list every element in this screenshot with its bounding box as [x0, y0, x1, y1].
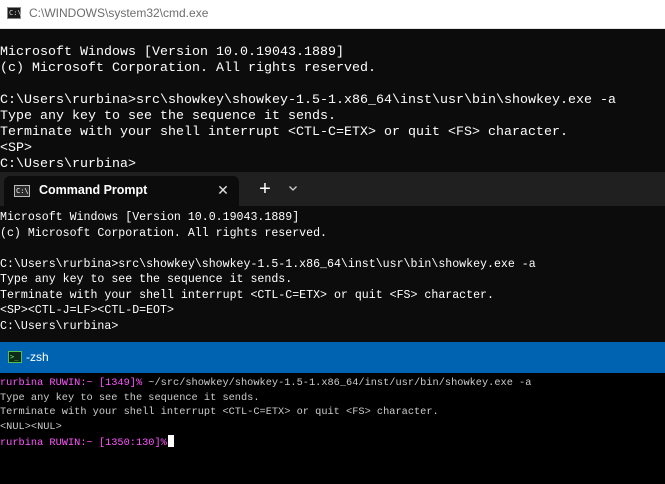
new-tab-button[interactable]: +: [255, 179, 275, 199]
cmd-icon: C:\: [7, 7, 22, 19]
chevron-down-icon[interactable]: [285, 180, 301, 196]
console-line: C:\Users\rurbina>src\showkey\showkey-1.5…: [0, 257, 536, 271]
prompt-line[interactable]: rurbina RUWIN:~ [1350:130]%: [0, 434, 665, 450]
console-line: Microsoft Windows [Version 10.0.19043.18…: [0, 44, 344, 59]
console-output[interactable]: rurbina RUWIN:~ [1349]% ~/src/showkey/sh…: [0, 376, 665, 476]
console-line: Terminate with your shell interrupt <CTL…: [0, 288, 494, 302]
console-line: (c) Microsoft Corporation. All rights re…: [0, 226, 327, 240]
close-icon[interactable]: ✕: [215, 182, 231, 198]
tab-strip: C:\ Command Prompt ✕ +: [0, 172, 665, 206]
console-line: Type any key to see the sequence it send…: [0, 391, 260, 404]
prompt-line: rurbina RUWIN:~ [1349]% ~/src/showkey/sh…: [0, 376, 665, 391]
console-line: C:\Users\rurbina>src\showkey\showkey-1.5…: [0, 92, 616, 107]
command-text: ~/src/showkey/showkey-1.5-1.x86_64/inst/…: [142, 377, 532, 389]
console-line: Microsoft Windows [Version 10.0.19043.18…: [0, 211, 300, 224]
console-line: Terminate with your shell interrupt <CTL…: [0, 124, 568, 139]
cmd-titlebar[interactable]: C:\ C:\WINDOWS\system32\cmd.exe: [0, 0, 665, 29]
console-line: (c) Microsoft Corporation. All rights re…: [0, 60, 376, 75]
zsh-titlebar[interactable]: >_ -zsh: [0, 342, 665, 373]
console-line: <SP><CTL-J=LF><CTL-D=EOT>: [0, 304, 174, 317]
zsh-window: >_ -zsh rurbina RUWIN:~ [1349]% ~/src/sh…: [0, 342, 665, 484]
console-line: <NUL><NUL>: [0, 421, 62, 434]
console-line: <SP>: [0, 140, 32, 155]
window-title: -zsh: [26, 350, 49, 364]
console-output[interactable]: Microsoft Windows [Version 10.0.19043.18…: [0, 28, 665, 172]
console-line: C:\Users\rurbina>: [0, 319, 119, 333]
cmd-icon: C:\: [14, 185, 30, 197]
mintty-icon: >_: [8, 351, 22, 363]
shell-prompt: rurbina RUWIN:~ [1349]%: [0, 377, 143, 389]
console-line: Type any key to see the sequence it send…: [0, 273, 293, 286]
shell-prompt: rurbina RUWIN:~ [1350:130]%: [0, 436, 167, 449]
console-line: Type any key to see the sequence it send…: [0, 108, 336, 123]
window-title: C:\WINDOWS\system32\cmd.exe: [29, 6, 209, 20]
terminal-window: C:\ Command Prompt ✕ + Microsoft Windows…: [0, 172, 665, 342]
text-cursor: [167, 434, 174, 447]
tab-command-prompt[interactable]: C:\ Command Prompt ✕: [4, 176, 239, 206]
console-line: Terminate with your shell interrupt <CTL…: [0, 406, 439, 419]
tab-title: Command Prompt: [39, 183, 148, 197]
console-output[interactable]: Microsoft Windows [Version 10.0.19043.18…: [0, 210, 665, 340]
cmd-window: C:\ C:\WINDOWS\system32\cmd.exe Microsof…: [0, 0, 665, 172]
console-line: C:\Users\rurbina>: [0, 156, 136, 171]
